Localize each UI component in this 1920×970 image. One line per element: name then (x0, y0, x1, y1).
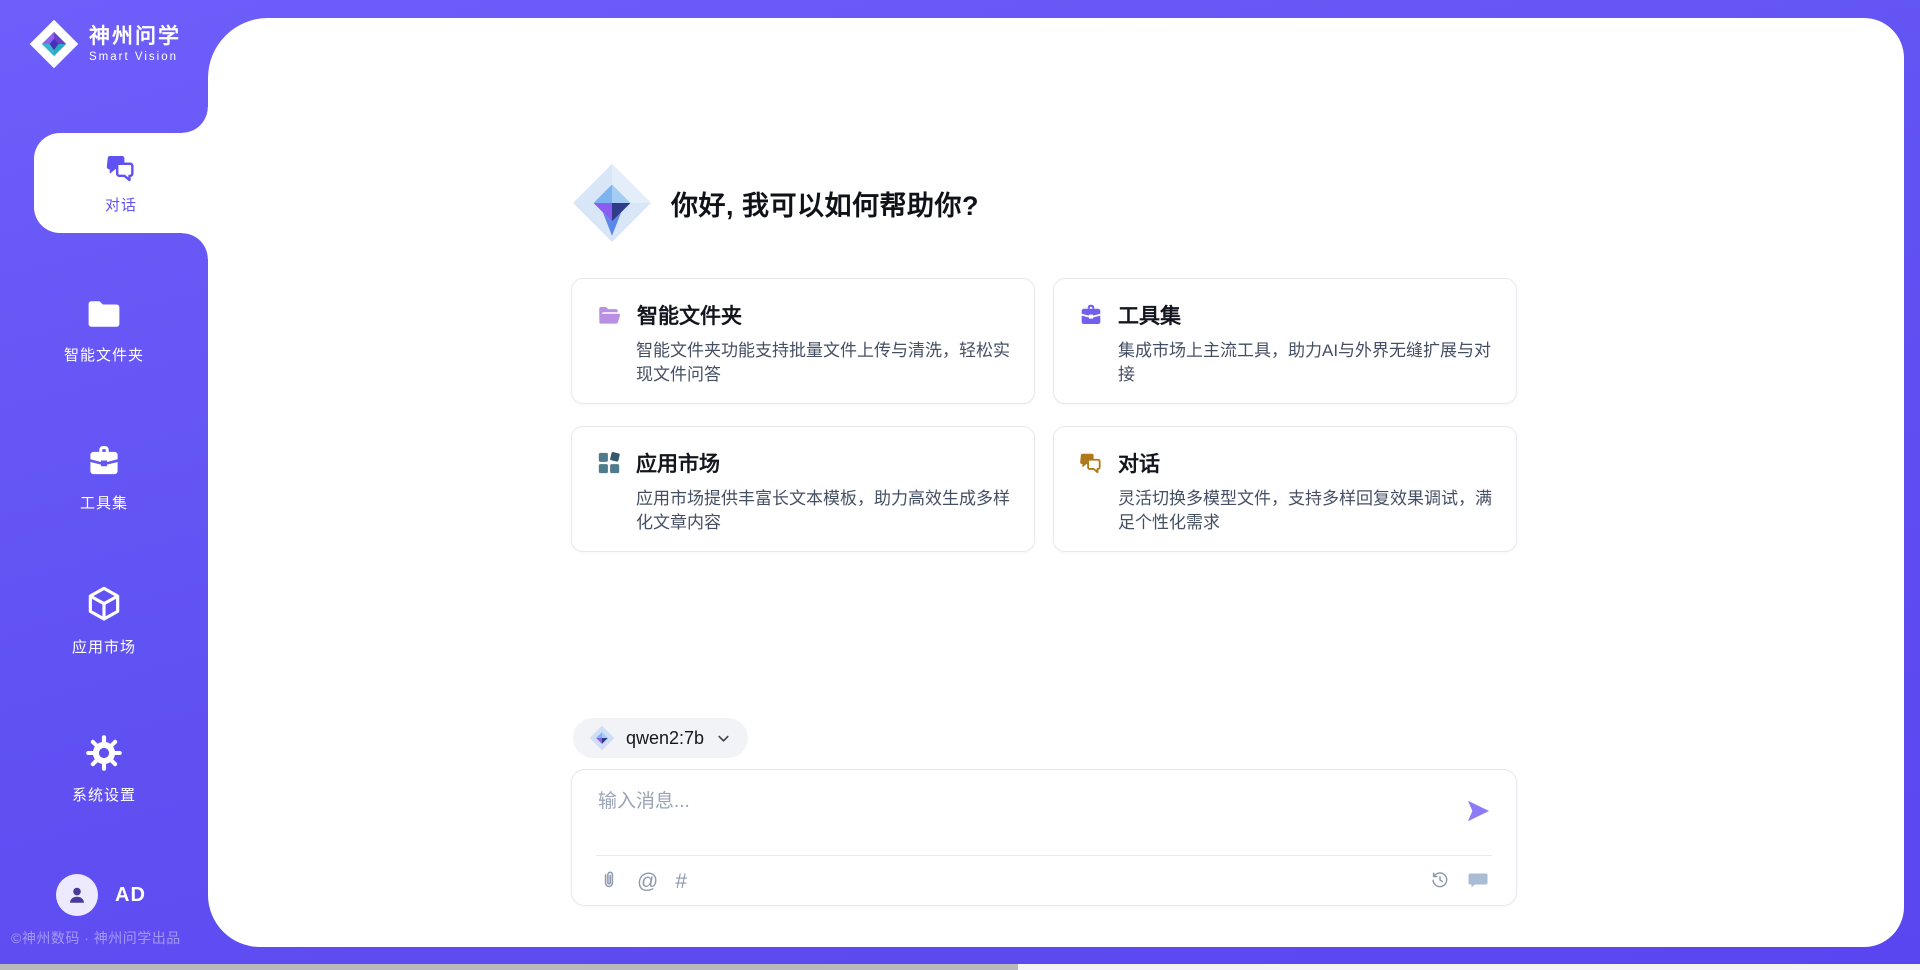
send-icon[interactable] (1464, 797, 1492, 825)
gear-icon (85, 734, 123, 772)
greeting-block: 你好, 我可以如何帮助你? (571, 162, 979, 244)
composer-divider (596, 855, 1492, 856)
card-title: 智能文件夹 (637, 300, 742, 330)
assistant-diamond-icon (571, 162, 653, 244)
toolbox-icon (1078, 302, 1104, 328)
sidebar-item-label: 智能文件夹 (64, 344, 144, 365)
folder-icon (84, 296, 124, 332)
copyright-text: ©神州数码 · 神州问学出品 (11, 928, 211, 948)
card-description: 灵活切换多模型文件，支持多样回复效果调试，满足个性化需求 (1118, 487, 1492, 535)
sidebar-item-label: 对话 (105, 194, 137, 215)
chat-icon (104, 151, 138, 185)
folder-open-icon (596, 303, 623, 327)
sidebar-item-label: 应用市场 (72, 636, 136, 657)
horizontal-scrollbar[interactable] (0, 964, 1920, 970)
feature-cards: 智能文件夹 智能文件夹功能支持批量文件上传与清洗，轻松实现文件问答 工具集 (571, 278, 1517, 552)
avatar (56, 874, 98, 916)
sidebar-item-label: 工具集 (80, 492, 128, 513)
card-smart-folder[interactable]: 智能文件夹 智能文件夹功能支持批量文件上传与清洗，轻松实现文件问答 (571, 278, 1035, 404)
card-toolset[interactable]: 工具集 集成市场上主流工具，助力AI与外界无缝扩展与对接 (1053, 278, 1517, 404)
brand-diamond-icon (28, 18, 80, 70)
chat-icon (1078, 450, 1104, 476)
model-selector[interactable]: qwen2:7b (573, 718, 748, 758)
model-name: qwen2:7b (626, 728, 704, 749)
card-description: 智能文件夹功能支持批量文件上传与清洗，轻松实现文件问答 (636, 339, 1010, 387)
user-profile[interactable]: AD (56, 874, 146, 916)
message-input[interactable] (598, 786, 1438, 842)
chevron-down-icon (715, 730, 732, 747)
sidebar-item-settings[interactable]: 系统设置 (0, 734, 208, 805)
card-description: 应用市场提供丰富长文本模板，助力高效生成多样化文章内容 (636, 487, 1010, 535)
card-title: 工具集 (1118, 300, 1181, 330)
sidebar-item-label: 系统设置 (72, 784, 136, 805)
sidebar-item-smart-folder[interactable]: 智能文件夹 (0, 296, 208, 365)
card-app-market[interactable]: 应用市场 应用市场提供丰富长文本模板，助力高效生成多样化文章内容 (571, 426, 1035, 552)
sidebar-item-chat[interactable]: 对话 (34, 133, 208, 233)
toolbox-icon (84, 442, 124, 480)
card-chat[interactable]: 对话 灵活切换多模型文件，支持多样回复效果调试，满足个性化需求 (1053, 426, 1517, 552)
user-initials: AD (115, 884, 146, 907)
card-title: 应用市场 (636, 448, 720, 478)
cube-icon (84, 584, 124, 624)
card-title: 对话 (1118, 448, 1160, 478)
history-icon[interactable] (1429, 869, 1451, 891)
grid-icon (596, 450, 622, 476)
model-diamond-icon (589, 725, 615, 751)
greeting-title: 你好, 我可以如何帮助你? (671, 184, 979, 223)
sidebar-item-toolset[interactable]: 工具集 (0, 442, 208, 513)
chat-bubble-icon[interactable] (1466, 868, 1490, 892)
attachment-icon[interactable] (598, 870, 620, 892)
brand-name: 神州问学 (89, 25, 181, 48)
brand-logo-block: 神州问学 Smart Vision (28, 18, 181, 70)
brand-subtitle: Smart Vision (89, 51, 181, 63)
card-description: 集成市场上主流工具，助力AI与外界无缝扩展与对接 (1118, 339, 1492, 387)
main-content-panel: 你好, 我可以如何帮助你? 智能文件夹 智能文件夹功能支持批量文件上传与清洗，轻… (208, 18, 1904, 947)
message-composer: @ # (571, 769, 1517, 906)
scrollbar-thumb[interactable] (0, 964, 1018, 970)
mention-icon[interactable]: @ (637, 871, 658, 892)
hashtag-icon[interactable]: # (675, 871, 687, 892)
sidebar-item-app-market[interactable]: 应用市场 (0, 584, 208, 657)
